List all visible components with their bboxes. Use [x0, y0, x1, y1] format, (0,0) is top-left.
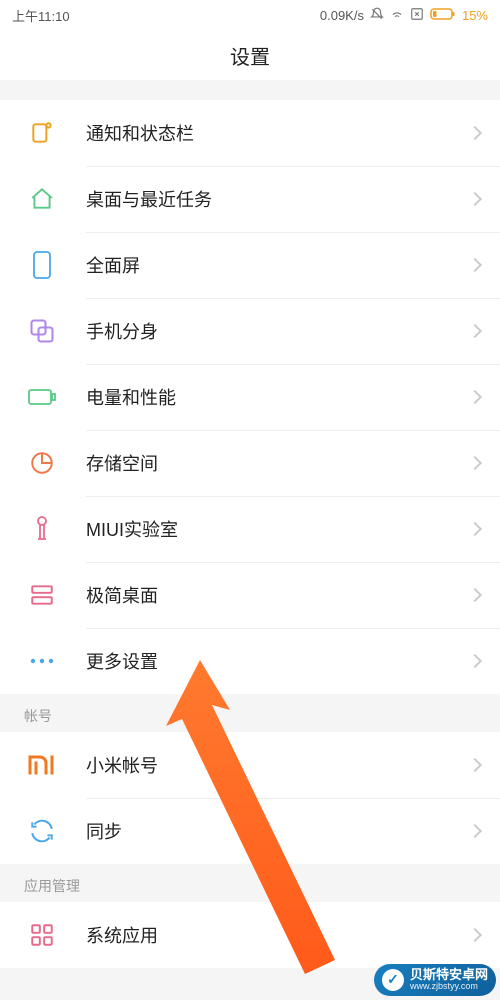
chevron-right-icon: [468, 654, 482, 668]
flask-icon: [24, 511, 60, 547]
settings-scroll[interactable]: 通知和状态栏 桌面与最近任务 全面屏 手机分身: [0, 80, 500, 1000]
settings-item-lite-mode[interactable]: 极简桌面: [0, 562, 500, 628]
settings-item-system-apps[interactable]: 系统应用: [0, 902, 500, 968]
chevron-right-icon: [468, 928, 482, 942]
item-label: 电量和性能: [86, 384, 470, 410]
settings-item-second-space[interactable]: 手机分身: [0, 298, 500, 364]
item-label: 小米帐号: [86, 752, 470, 778]
chevron-right-icon: [468, 522, 482, 536]
settings-group-2: 系统应用: [0, 902, 500, 968]
settings-item-mi-account[interactable]: 小米帐号: [0, 732, 500, 798]
status-time: 上午11:10: [12, 6, 70, 25]
close-box-icon: [410, 7, 424, 24]
sync-icon: [24, 813, 60, 849]
more-icon: [24, 643, 60, 679]
section-header-account: 帐号: [0, 694, 500, 732]
second-space-icon: [24, 313, 60, 349]
section-header-apps: 应用管理: [0, 864, 500, 902]
wifi-icon: [390, 7, 404, 24]
settings-item-sync[interactable]: 同步: [0, 798, 500, 864]
settings-group-0: 通知和状态栏 桌面与最近任务 全面屏 手机分身: [0, 100, 500, 694]
status-bar: 上午11:10 0.09K/s 15%: [0, 0, 500, 30]
chevron-right-icon: [468, 588, 482, 602]
battery-icon: [430, 7, 456, 24]
notification-icon: [24, 115, 60, 151]
item-label: 桌面与最近任务: [86, 186, 470, 212]
item-label: 手机分身: [86, 318, 470, 344]
item-label: 更多设置: [86, 648, 470, 674]
item-label: 通知和状态栏: [86, 120, 470, 146]
chevron-right-icon: [468, 192, 482, 206]
settings-item-home-recents[interactable]: 桌面与最近任务: [0, 166, 500, 232]
chevron-right-icon: [468, 390, 482, 404]
settings-item-more-settings[interactable]: 更多设置: [0, 628, 500, 694]
chevron-right-icon: [468, 456, 482, 470]
mi-logo-icon: [24, 747, 60, 783]
battery-perf-icon: [24, 379, 60, 415]
chevron-right-icon: [468, 824, 482, 838]
status-net-speed: 0.09K/s: [320, 8, 364, 23]
settings-group-1: 小米帐号 同步: [0, 732, 500, 864]
item-label: 极简桌面: [86, 582, 470, 608]
settings-item-battery-perf[interactable]: 电量和性能: [0, 364, 500, 430]
item-label: 全面屏: [86, 252, 470, 278]
settings-item-miui-lab[interactable]: MIUI实验室: [0, 496, 500, 562]
watermark-name: 贝斯特安卓网: [410, 968, 488, 982]
item-label: 系统应用: [86, 922, 470, 948]
settings-item-fullscreen[interactable]: 全面屏: [0, 232, 500, 298]
fullscreen-icon: [24, 247, 60, 283]
chevron-right-icon: [468, 258, 482, 272]
battery-percent: 15%: [462, 8, 488, 23]
chevron-right-icon: [468, 758, 482, 772]
chevron-right-icon: [468, 126, 482, 140]
page-title: 设置: [230, 41, 270, 70]
item-label: MIUI实验室: [86, 516, 470, 542]
home-icon: [24, 181, 60, 217]
watermark-badge-icon: ✓: [382, 969, 404, 991]
chevron-right-icon: [468, 324, 482, 338]
mute-icon: [370, 7, 384, 24]
settings-item-storage[interactable]: 存储空间: [0, 430, 500, 496]
apps-grid-icon: [24, 917, 60, 953]
watermark: ✓ 贝斯特安卓网 www.zjbstyy.com: [374, 964, 496, 996]
storage-icon: [24, 445, 60, 481]
lite-mode-icon: [24, 577, 60, 613]
item-label: 同步: [86, 818, 470, 844]
settings-item-notification[interactable]: 通知和状态栏: [0, 100, 500, 166]
watermark-url: www.zjbstyy.com: [410, 982, 488, 992]
item-label: 存储空间: [86, 450, 470, 476]
page-header: 设置: [0, 30, 500, 80]
